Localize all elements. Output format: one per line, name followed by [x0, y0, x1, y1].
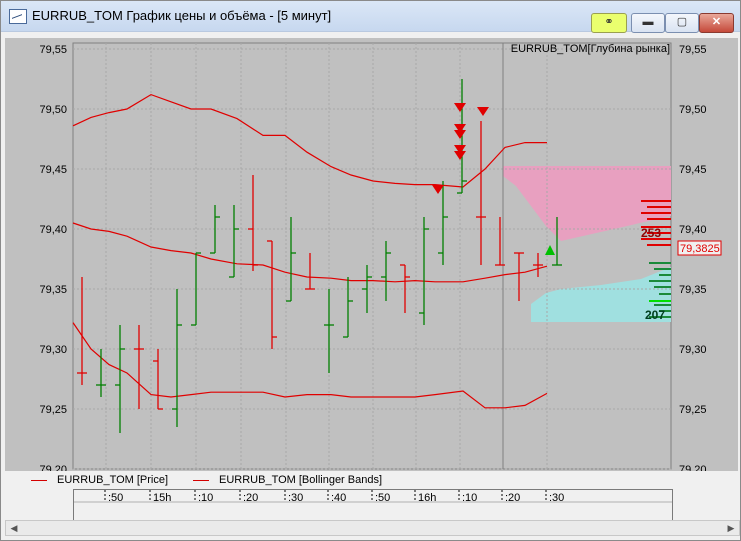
y-tick-label-left: 79,20 [39, 464, 67, 471]
time-tick-label: :30 [288, 492, 303, 504]
y-tick-label-right: 79,55 [679, 44, 707, 56]
chart-window: EURRUB_TOM График цены и объёма - [5 мин… [0, 0, 741, 541]
sell-marker-icon [432, 185, 444, 194]
scroll-left-icon[interactable]: ◀ [7, 521, 21, 535]
y-tick-label-right: 79,20 [679, 464, 707, 471]
y-tick-label-left: 79,35 [39, 284, 67, 296]
sell-marker-icon [454, 103, 466, 112]
maximize-icon: ▢ [676, 16, 688, 28]
time-tick-label: :50 [108, 492, 123, 504]
minimize-button[interactable]: ▬ [631, 13, 665, 33]
title-bar[interactable]: EURRUB_TOM График цены и объёма - [5 мин… [1, 1, 740, 33]
scroll-right-icon[interactable]: ▶ [724, 521, 738, 535]
y-tick-label-left: 79,50 [39, 104, 67, 116]
time-tick-label: :20 [505, 492, 520, 504]
y-tick-label-right: 79,40 [679, 224, 707, 236]
bollinger-upper-line [72, 93, 547, 188]
legend-bollinger-swatch [193, 480, 209, 481]
depth-instrument-label: EURRUB_TOM[Глубина рынка] [511, 43, 670, 55]
horizontal-scrollbar[interactable]: ◀ ▶ [5, 520, 740, 536]
y-tick-label-left: 79,45 [39, 164, 67, 176]
time-axis-ticks: :50 15h :10 :20 :30 :40 :50 16h :10 :20 :30 [74, 490, 672, 504]
y-tick-label-right: 79,35 [679, 284, 707, 296]
maximize-button[interactable]: ▢ [665, 13, 699, 33]
chart-app-icon [9, 9, 27, 24]
plot-frame [72, 42, 672, 470]
time-tick-label: :10 [198, 492, 213, 504]
time-tick-label: 16h [418, 492, 436, 504]
time-tick-label: :50 [375, 492, 390, 504]
time-tick-label: :10 [462, 492, 477, 504]
window-title: EURRUB_TOM График цены и объёма - [5 мин… [32, 8, 332, 23]
time-tick-label: :30 [549, 492, 564, 504]
sell-marker-icon [477, 107, 489, 116]
minimize-icon: ▬ [642, 16, 654, 28]
bid-total-label: 207 [645, 308, 665, 322]
y-tick-label-left: 79,40 [39, 224, 67, 236]
close-button[interactable]: ✕ [699, 13, 734, 33]
y-tick-label-left: 79,25 [39, 404, 67, 416]
current-price-label: 79,3825 [680, 243, 720, 255]
time-tick-label: 15h [153, 492, 171, 504]
time-tick-label: :40 [331, 492, 346, 504]
legend-bollinger-label: EURRUB_TOM [Bollinger Bands] [219, 474, 383, 486]
y-tick-label-right: 79,45 [679, 164, 707, 176]
close-icon: ✕ [711, 16, 722, 28]
y-tick-label-left: 79,30 [39, 344, 67, 356]
legend-price-label: EURRUB_TOM [Price] [57, 474, 169, 486]
legend-price-swatch [31, 480, 47, 481]
y-tick-label-right: 79,25 [679, 404, 707, 416]
bollinger-lower-line [72, 322, 548, 409]
ask-total-label: 253 [641, 226, 661, 240]
sell-marker-icon [454, 130, 466, 139]
time-tick-label: :20 [243, 492, 258, 504]
buy-marker-icon [545, 245, 555, 255]
link-icon: ⚭ [604, 16, 614, 28]
y-tick-label-right: 79,30 [679, 344, 707, 356]
chart-area[interactable]: 79,20 79,20 79,25 79,25 79,30 79,30 79,35 79,35… [5, 38, 738, 476]
price-chart: 79,20 79,20 79,25 79,25 79,30 79,30 79,35 79,35… [39, 42, 722, 476]
time-axis[interactable]: :50 15h :10 :20 :30 :40 :50 16h :10 :20 :30 [73, 489, 673, 521]
y-tick-label-right: 79,50 [679, 104, 707, 116]
link-button[interactable]: ⚭ [591, 13, 627, 33]
sell-marker-icon [454, 151, 466, 160]
y-tick-label-left: 79,55 [39, 44, 67, 56]
